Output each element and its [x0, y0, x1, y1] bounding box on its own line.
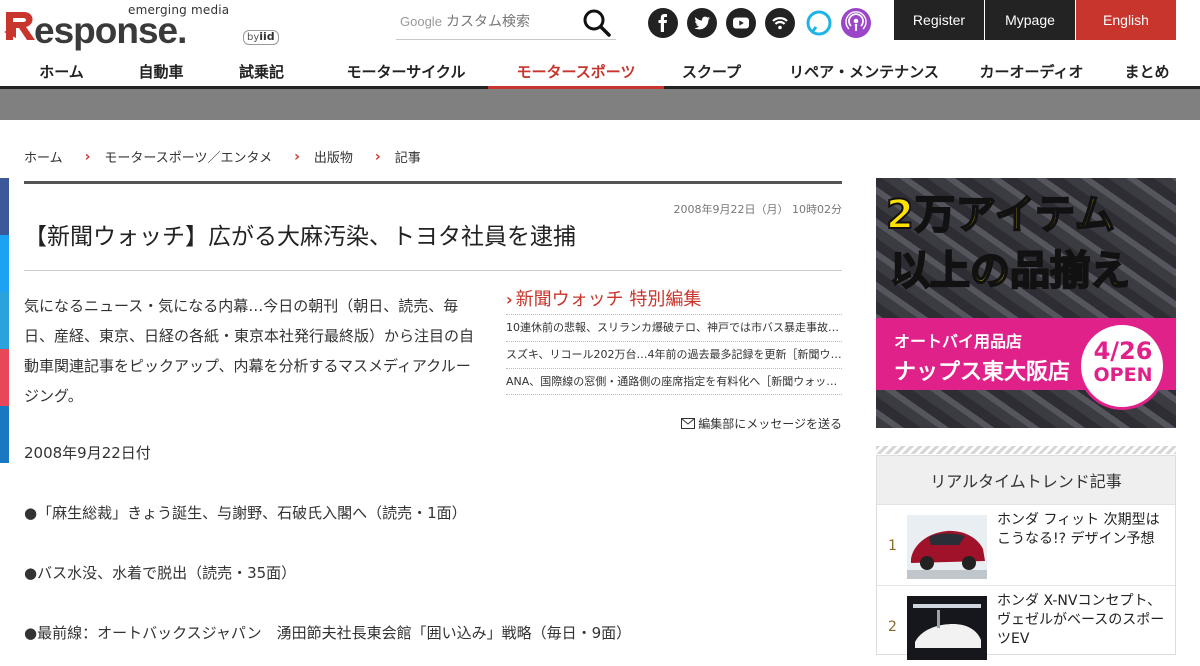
podcast-icon[interactable] [841, 8, 871, 38]
site-logo[interactable]: emerging media esponse. byiid [0, 0, 290, 50]
logo-by-brand: iid [259, 30, 275, 43]
message-link-text: 編集部にメッセージを送る [698, 417, 842, 431]
article-bullet: ●バス水没、水着で脱出（読売・35面） [24, 564, 297, 582]
trend-rank: 1 [888, 538, 897, 554]
search-brand: Google [400, 14, 442, 29]
ad-headline-1: 2万アイテム [885, 191, 1116, 239]
alexa-icon[interactable] [804, 8, 834, 38]
trend-item[interactable]: 2 ホンダ X-NVコンセプト、ヴェゼルがベースのスポーツEV [877, 585, 1175, 666]
related-item[interactable]: ANA、国際線の窓側・通路側の座席指定を有料化へ［新聞ウォッチ］ [506, 368, 842, 395]
breadcrumb-article: 記事 [394, 151, 421, 166]
facebook-icon[interactable] [648, 8, 678, 38]
chevron-right-icon: › [506, 290, 513, 309]
breadcrumb: ホーム › モータースポーツ／エンタメ › 出版物 › 記事 [24, 147, 421, 167]
nav-item-scoop[interactable]: スクープ [664, 56, 759, 86]
trend-title: リアルタイムトレンド記事 [877, 456, 1175, 504]
ad-shop-line-1: オートバイ用品店 [894, 332, 1023, 351]
logo-by-text: by [247, 32, 260, 43]
article-dateline: 2008年9月22日付 [24, 444, 151, 462]
related-list: 10連休前の悲報、スリランカ爆破テロ、神戸では市バス暴走事故［新聞ウォッチ］ ス… [506, 314, 842, 395]
related-item[interactable]: 10連休前の悲報、スリランカ爆破テロ、神戸では市バス暴走事故［新聞ウォッチ］ [506, 314, 842, 341]
mypage-button[interactable]: Mypage [985, 0, 1075, 40]
share-facebook-button[interactable] [0, 178, 9, 235]
share-bar [0, 178, 9, 463]
nav-item-car-audio[interactable]: カーオーディオ [969, 56, 1094, 86]
article-title: 【新聞ウォッチ】広がる大麻汚染、トヨタ社員を逮捕 [24, 224, 576, 250]
divider-stripes [876, 446, 1176, 454]
trend-thumbnail [907, 596, 987, 660]
trend-rank: 2 [888, 619, 897, 635]
article: 2008年9月22日（月） 10時02分 【新聞ウォッチ】広がる大麻汚染、トヨタ… [24, 181, 842, 642]
site-header: emerging media esponse. byiid Google Reg… [0, 0, 1200, 56]
nav-item-repair[interactable]: リペア・メンテナンス [759, 56, 969, 86]
ad-headline-2: 以上の品揃え [889, 247, 1131, 295]
share-other-button[interactable] [0, 406, 9, 463]
trend-text: ホンダ フィット 次期型はこうなる!? デザイン予想 [997, 512, 1160, 547]
register-button[interactable]: Register [894, 0, 984, 40]
chevron-right-icon: › [294, 148, 300, 165]
article-lead: 気になるニュース・気になる内幕…今日の朝刊（朝日、読売、毎日、産経、東京、日経の… [24, 297, 475, 405]
related-title-text: 新聞ウォッチ 特別編集 [515, 289, 702, 310]
twitter-icon[interactable] [687, 8, 717, 38]
nav-item-cars[interactable]: 自動車 [123, 56, 199, 86]
sidebar-ad[interactable]: 2万アイテム 以上の品揃え オートバイ用品店 ナップス東大阪店 4/26 OPE… [876, 178, 1176, 428]
ad-open-date: 4/26 [1093, 337, 1153, 365]
trend-thumbnail [907, 515, 987, 579]
english-button[interactable]: English [1076, 0, 1176, 40]
related-box: › 新聞ウォッチ 特別編集 10連休前の悲報、スリランカ爆破テロ、神戸では市バス… [506, 288, 842, 395]
nav-item-home[interactable]: ホーム [0, 56, 123, 86]
trend-box: リアルタイムトレンド記事 1 ホンダ フィット 次期型はこうなる!? デザイン予… [876, 455, 1176, 660]
title-divider [24, 270, 842, 271]
chevron-right-icon: › [374, 148, 381, 165]
trend-item[interactable]: 1 ホンダ フィット 次期型はこうなる!? デザイン予想 [877, 504, 1175, 585]
share-twitter-button[interactable] [0, 235, 9, 292]
related-item[interactable]: スズキ、リコール202万台…4年前の過去最多記録を更新［新聞ウォッチ］ [506, 341, 842, 368]
search-box: Google [396, 6, 616, 40]
article-date: 2008年9月22日（月） 10時02分 [673, 203, 842, 216]
logo-by-badge: byiid [243, 30, 279, 45]
share-hatena-button[interactable] [0, 292, 9, 349]
breadcrumb-home[interactable]: ホーム [24, 147, 63, 166]
related-title[interactable]: › 新聞ウォッチ 特別編集 [506, 288, 842, 312]
search-icon[interactable] [582, 8, 612, 38]
ad-open-label: OPEN [1093, 364, 1153, 386]
nav-item-motorcycle[interactable]: モーターサイクル [324, 56, 488, 86]
search-input[interactable] [446, 11, 576, 33]
article-bullet: ●「麻生総裁」きょう誕生、与謝野、石破氏入閣へ（読売・1面） [24, 504, 467, 522]
mail-icon [681, 418, 696, 429]
breadcrumb-publications[interactable]: 出版物 [314, 147, 353, 166]
nav-item-matome[interactable]: まとめ [1094, 56, 1200, 86]
chevron-right-icon: › [84, 148, 91, 165]
ad-shop-line-2: ナップス東大阪店 [894, 360, 1071, 385]
nav-item-motorsports[interactable]: モータースポーツ [488, 56, 664, 89]
logo-wordmark: esponse. [34, 10, 187, 51]
breadcrumb-category[interactable]: モータースポーツ／エンタメ [104, 147, 272, 166]
ad-banner-band [0, 89, 1200, 120]
rss-icon[interactable] [765, 8, 795, 38]
main-nav: ホーム 自動車 試乗記 モーターサイクル モータースポーツ スクープ リペア・メ… [0, 56, 1200, 89]
trend-text: ホンダ X-NVコンセプト、ヴェゼルがベースのスポーツEV [997, 593, 1165, 647]
share-pocket-button[interactable] [0, 349, 9, 406]
message-link[interactable]: 編集部にメッセージを送る [681, 415, 842, 432]
youtube-icon[interactable] [726, 8, 756, 38]
article-bullet: ●最前線：オートバックスジャパン 湧田節夫社長東会館「囲い込み」戦略（毎日・9面… [24, 624, 632, 642]
nav-item-test-drive[interactable]: 試乗記 [199, 56, 324, 86]
